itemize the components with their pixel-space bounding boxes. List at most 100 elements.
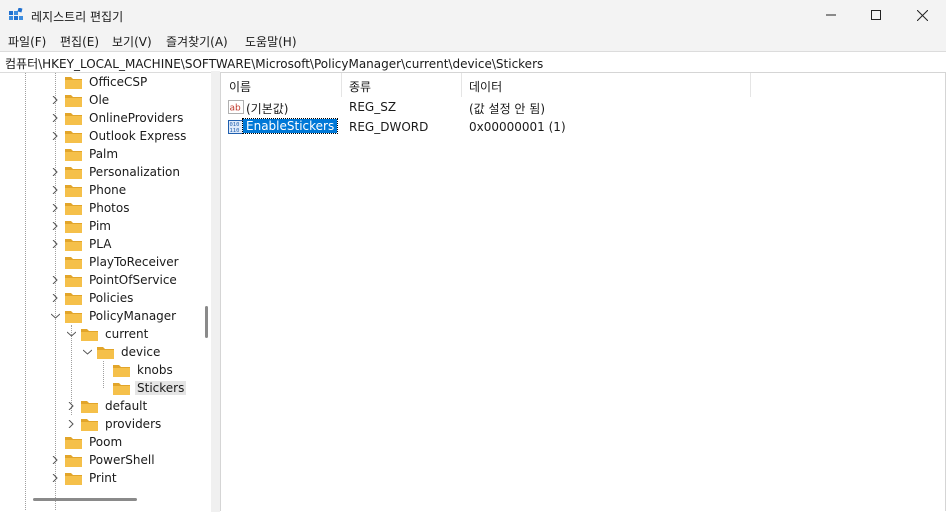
tree-item-label: PowerShell xyxy=(89,453,155,467)
column-header-name[interactable]: 이름 xyxy=(221,73,341,97)
tree-item-label: Ole xyxy=(89,93,110,107)
tree-item-playtoreceiver[interactable]: PlayToReceiver xyxy=(49,253,181,271)
value-row-default[interactable]: ab (기본값) REG_SZ (값 설정 안 됨) xyxy=(221,97,945,117)
tree-item-label: Pim xyxy=(89,219,111,233)
tree-item-ole[interactable]: Ole xyxy=(49,91,111,109)
chevron-right-icon[interactable] xyxy=(49,292,61,304)
menu-view[interactable]: 보기(V) xyxy=(112,33,152,50)
tree-item-label: Phone xyxy=(89,183,127,197)
tree-item-personalization[interactable]: Personalization xyxy=(49,163,182,181)
value-list[interactable]: 이름 종류 데이터 ab (기본값) REG_SZ (값 설정 안 됨) 010… xyxy=(220,72,946,511)
chevron-right-icon[interactable] xyxy=(65,400,77,412)
open-folder-icon xyxy=(113,382,130,395)
tree-item-phone[interactable]: Phone xyxy=(49,181,128,199)
tree-item-label: PlayToReceiver xyxy=(89,255,179,269)
value-name: (기본값) xyxy=(246,102,289,116)
tree-item-label: knobs xyxy=(137,363,173,377)
tree-item-label: Palm xyxy=(89,147,119,161)
folder-icon xyxy=(65,130,82,143)
tree-item-powershell[interactable]: PowerShell xyxy=(49,451,157,469)
value-type: REG_SZ xyxy=(349,100,397,114)
chevron-right-icon[interactable] xyxy=(49,202,61,214)
folder-icon xyxy=(65,274,82,287)
folder-icon xyxy=(65,166,82,179)
menu-bar: 파일(F) 편집(E) 보기(V) 즐겨찾기(A) 도움말(H) xyxy=(0,30,946,51)
folder-icon xyxy=(65,184,82,197)
menu-favorites[interactable]: 즐겨찾기(A) xyxy=(166,33,228,50)
folder-icon xyxy=(65,220,82,233)
tree-item-stickers[interactable]: Stickers xyxy=(97,379,187,397)
chevron-right-icon[interactable] xyxy=(49,94,61,106)
column-divider[interactable] xyxy=(750,73,751,97)
open-folder-icon xyxy=(81,328,98,341)
folder-icon xyxy=(65,454,82,467)
column-header-type[interactable]: 종류 xyxy=(341,73,461,97)
tree-horizontal-scrollbar[interactable] xyxy=(33,498,137,501)
chevron-right-icon[interactable] xyxy=(65,418,77,430)
tree-item-poom[interactable]: Poom xyxy=(49,433,124,451)
tree-item-device[interactable]: device xyxy=(81,343,162,361)
maximize-icon xyxy=(871,10,881,20)
chevron-right-icon[interactable] xyxy=(49,220,61,232)
tree-item-knobs[interactable]: knobs xyxy=(97,361,175,379)
maximize-button[interactable] xyxy=(853,0,899,30)
value-name: EnableStickers xyxy=(241,118,339,134)
minimize-button[interactable] xyxy=(808,0,854,30)
string-value-icon: ab xyxy=(228,100,244,114)
chevron-right-icon[interactable] xyxy=(49,112,61,124)
tree-item-current[interactable]: current xyxy=(65,325,150,343)
chevron-right-icon[interactable] xyxy=(49,238,61,250)
chevron-right-icon[interactable] xyxy=(49,130,61,142)
menu-edit[interactable]: 편집(E) xyxy=(60,33,99,50)
tree-item-officecsp[interactable]: OfficeCSP xyxy=(49,73,149,91)
chevron-right-icon[interactable] xyxy=(49,274,61,286)
tree-item-print[interactable]: Print xyxy=(49,469,119,487)
tree-item-default[interactable]: default xyxy=(65,397,149,415)
column-header-data[interactable]: 데이터 xyxy=(461,73,749,97)
tree-item-policymanager[interactable]: PolicyManager xyxy=(49,307,178,325)
chevron-right-icon[interactable] xyxy=(49,454,61,466)
tree-item-palm[interactable]: Palm xyxy=(49,145,120,163)
pane-splitter[interactable] xyxy=(211,71,220,512)
address-path: 컴퓨터\HKEY_LOCAL_MACHINE\SOFTWARE\Microsof… xyxy=(5,57,544,71)
tree-item-label: PolicyManager xyxy=(89,309,177,323)
menu-help[interactable]: 도움말(H) xyxy=(245,33,297,50)
tree-item-label: default xyxy=(105,399,148,413)
tree-item-label: OfficeCSP xyxy=(89,75,148,89)
value-row-enablestickers[interactable]: 010 110 EnableStickers REG_DWORD 0x00000… xyxy=(221,117,945,137)
address-bar[interactable]: 컴퓨터\HKEY_LOCAL_MACHINE\SOFTWARE\Microsof… xyxy=(0,51,946,73)
chevron-right-icon[interactable] xyxy=(49,166,61,178)
tree-item-label: PLA xyxy=(89,237,112,251)
chevron-down-icon[interactable] xyxy=(49,310,61,322)
tree-vertical-scrollbar[interactable] xyxy=(205,306,208,338)
tree-item-photos[interactable]: Photos xyxy=(49,199,131,217)
folder-icon xyxy=(65,436,82,449)
chevron-down-icon[interactable] xyxy=(81,346,93,358)
tree-item-label: Poom xyxy=(89,435,123,449)
tree-item-policies[interactable]: Policies xyxy=(49,289,135,307)
tree-item-providers[interactable]: providers xyxy=(65,415,163,433)
tree-guide-line xyxy=(25,73,26,510)
chevron-right-icon[interactable] xyxy=(49,184,61,196)
key-tree[interactable]: OfficeCSP Ole OnlineProviders Outlook Ex… xyxy=(2,73,211,510)
chevron-right-icon[interactable] xyxy=(49,472,61,484)
tree-item-outlook-express[interactable]: Outlook Express xyxy=(49,127,188,145)
window-title: 레지스트리 편집기 xyxy=(31,10,124,24)
tree-item-onlineproviders[interactable]: OnlineProviders xyxy=(49,109,185,127)
value-data: 0x00000001 (1) xyxy=(469,120,566,134)
title-bar: 레지스트리 편집기 xyxy=(0,0,946,30)
value-data: (값 설정 안 됨) xyxy=(469,102,546,116)
tree-item-pim[interactable]: Pim xyxy=(49,217,113,235)
close-button[interactable] xyxy=(899,0,945,30)
menu-file[interactable]: 파일(F) xyxy=(8,33,46,50)
chevron-down-icon[interactable] xyxy=(65,328,77,340)
folder-icon xyxy=(65,472,82,485)
tree-item-label: providers xyxy=(105,417,162,431)
tree-item-pla[interactable]: PLA xyxy=(49,235,113,253)
folder-icon xyxy=(65,76,82,89)
tree-item-pointofservice[interactable]: PointOfService xyxy=(49,271,179,289)
